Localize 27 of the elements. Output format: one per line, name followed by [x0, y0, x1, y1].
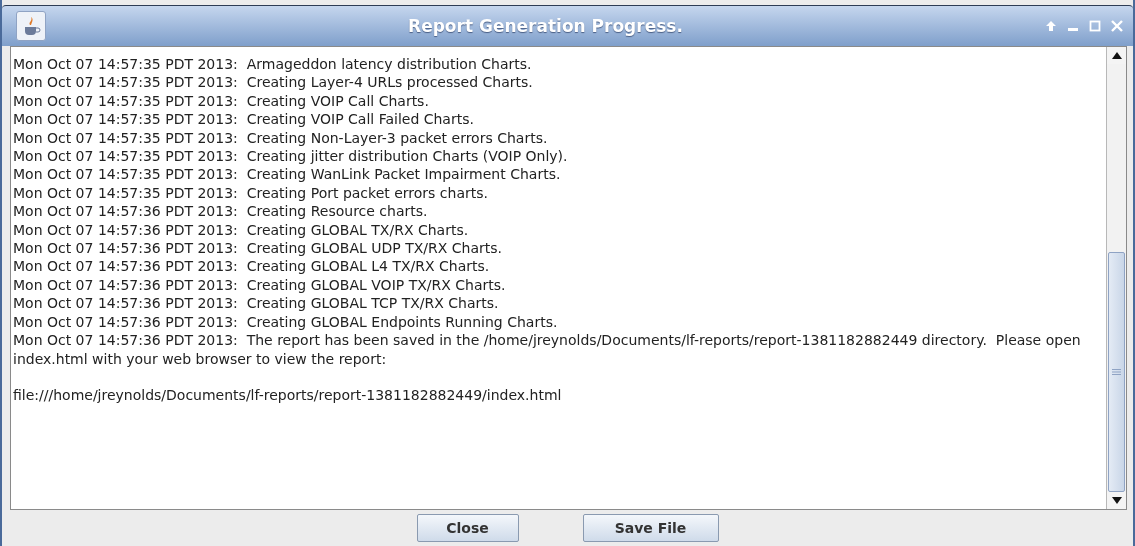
log-line: Mon Oct 07 14:57:35 PDT 2013: Creating WanLink Packet Impairment Charts.: [13, 165, 562, 184]
scrollbar-thumb[interactable]: [1108, 252, 1125, 492]
log-line: Mon Oct 07 14:57:35 PDT 2013: Creating VOIP Call Failed Charts.: [13, 110, 475, 129]
log-line: Mon Oct 07 14:57:35 PDT 2013: Creating jitter distribution Charts (VOIP Only).: [13, 147, 569, 166]
log-line: Mon Oct 07 14:57:35 PDT 2013: Creating VOIP Call Charts.: [13, 91, 430, 111]
log-line: file:///home/jreynolds/Documents/lf-reports/report-1381182882449/index.html: [13, 386, 563, 405]
save-file-button[interactable]: Save File: [582, 514, 719, 542]
log-line: Mon Oct 07 14:57:35 PDT 2013: Creating Non-Layer-3 packet errors Charts.: [13, 128, 549, 148]
log-line: Mon Oct 07 14:57:36 PDT 2013: Creating GLOBAL TX/RX Charts.: [13, 220, 470, 240]
coffee-cup-icon: [16, 11, 46, 41]
log-line: Mon Oct 07 14:57:35 PDT 2013: Armageddon latency distribution Charts.: [13, 55, 533, 74]
up-arrow-icon[interactable]: [1111, 52, 1122, 59]
close-icon[interactable]: [1111, 20, 1123, 32]
log-line: Mon Oct 07 14:57:36 PDT 2013: Creating GLOBAL L4 TX/RX Charts.: [13, 257, 491, 276]
log-line: Mon Oct 07 14:57:36 PDT 2013: Creating GLOBAL VOIP TX/RX Charts.: [13, 275, 507, 295]
close-button[interactable]: Close: [416, 514, 519, 542]
log-line: Mon Oct 07 14:57:36 PDT 2013: Creating GLOBAL Endpoints Running Charts.: [13, 312, 559, 332]
maximize-icon[interactable]: [1089, 20, 1101, 32]
down-arrow-icon[interactable]: [1111, 497, 1122, 504]
log-line: Mon Oct 07 14:57:35 PDT 2013: Creating Port packet errors charts.: [13, 183, 489, 203]
log-line: Mon Oct 07 14:57:36 PDT 2013: Creating Resource charts.: [13, 202, 429, 221]
scrollbar[interactable]: [1106, 47, 1126, 509]
log-line: Mon Oct 07 14:57:36 PDT 2013: The report has been saved in the /home/jreynolds/Documents/lf-reports/report-1381182882449 directory. Please open index.html with your web browser to view the report:: [13, 331, 1082, 368]
log-line: Mon Oct 07 14:57:35 PDT 2013: Creating Layer-4 URLs processed Charts.: [13, 73, 534, 92]
log-line: Mon Oct 07 14:57:36 PDT 2013: Creating GLOBAL TCP TX/RX Charts.: [13, 294, 500, 313]
log-line: Mon Oct 07 14:57:36 PDT 2013: Creating GLOBAL UDP TX/RX Charts.: [13, 239, 504, 258]
window-title: Report Generation Progress.: [407, 16, 684, 36]
